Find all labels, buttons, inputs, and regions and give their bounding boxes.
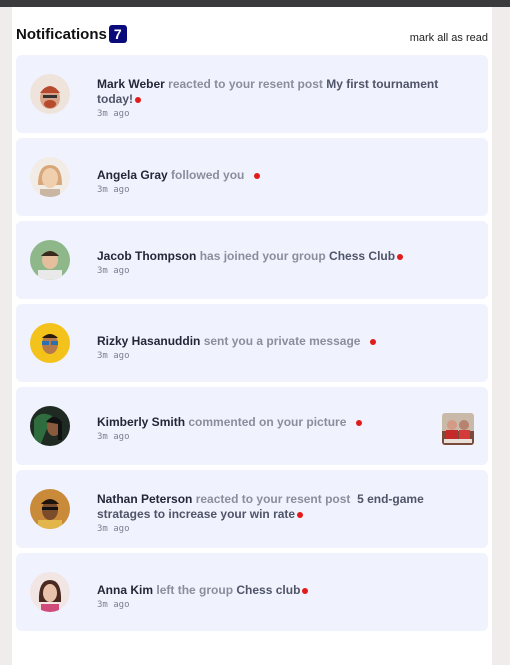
target-link[interactable]: Chess Club: [329, 249, 395, 263]
commented-picture-thumbnail[interactable]: [442, 413, 474, 445]
target-link[interactable]: Chess club: [236, 583, 300, 597]
notification-message: Nathan Peterson reacted to your resent p…: [97, 492, 457, 522]
avatar[interactable]: [30, 240, 70, 280]
avatar[interactable]: [30, 74, 70, 114]
action-text: commented on your picture: [188, 415, 347, 429]
timestamp: 3m ago: [97, 351, 130, 361]
unread-dot: [302, 587, 309, 594]
unread-dot: [355, 419, 362, 426]
actor-name[interactable]: Rizky Hasanuddin: [97, 334, 200, 348]
action-text: reacted to your resent post: [168, 77, 323, 91]
notifications-panel: Notifications 7 mark all as read Mark We…: [12, 7, 492, 665]
notification-item[interactable]: Jacob Thompson has joined your group Che…: [16, 221, 488, 299]
unread-dot: [135, 96, 141, 103]
action-text: left the group: [156, 583, 234, 597]
notification-item[interactable]: Angela Gray followed you 3m ago: [16, 138, 488, 216]
page-title: Notifications: [16, 25, 107, 43]
mark-all-as-read-button[interactable]: mark all as read: [410, 32, 488, 44]
notification-message: Rizky Hasanuddin sent you a private mess…: [97, 334, 457, 349]
timestamp: 3m ago: [97, 524, 130, 534]
actor-name[interactable]: Kimberly Smith: [97, 415, 185, 429]
notification-message: Mark Weber reacted to your resent post M…: [97, 77, 457, 107]
actor-name[interactable]: Anna Kim: [97, 583, 153, 597]
notification-item[interactable]: Mark Weber reacted to your resent post M…: [16, 55, 488, 133]
notification-content: Anna Kim left the group Chess club 3m ag…: [97, 583, 457, 610]
title-group: Notifications 7: [16, 25, 127, 43]
notification-content: Nathan Peterson reacted to your resent p…: [97, 492, 457, 534]
avatar[interactable]: [30, 406, 70, 446]
notification-content: Mark Weber reacted to your resent post M…: [97, 77, 457, 119]
notification-content: Rizky Hasanuddin sent you a private mess…: [97, 334, 457, 361]
timestamp: 3m ago: [97, 266, 130, 276]
notification-message: Anna Kim left the group Chess club: [97, 583, 457, 598]
notification-message: Kimberly Smith commented on your picture: [97, 415, 457, 430]
notification-message: Angela Gray followed you: [97, 168, 457, 183]
timestamp: 3m ago: [97, 600, 130, 610]
avatar[interactable]: [30, 572, 70, 612]
actor-name[interactable]: Jacob Thompson: [97, 249, 196, 263]
unread-dot: [369, 338, 376, 345]
action-text: followed you: [171, 168, 245, 182]
unread-dot: [253, 172, 260, 179]
timestamp: 3m ago: [97, 185, 130, 195]
avatar[interactable]: [30, 157, 70, 197]
timestamp: 3m ago: [97, 109, 130, 119]
action-text: sent you a private message: [203, 334, 361, 348]
actor-name[interactable]: Nathan Peterson: [97, 492, 192, 506]
notification-content: Kimberly Smith commented on your picture…: [97, 415, 457, 442]
notification-message: Jacob Thompson has joined your group Che…: [97, 249, 457, 264]
action-text: has joined your group: [199, 249, 326, 263]
notification-content: Jacob Thompson has joined your group Che…: [97, 249, 457, 276]
notification-item[interactable]: Kimberly Smith commented on your picture…: [16, 387, 488, 465]
unread-count-badge: 7: [108, 25, 127, 43]
notification-item[interactable]: Anna Kim left the group Chess club 3m ag…: [16, 553, 488, 631]
notifications-header: Notifications 7 mark all as read: [16, 23, 488, 45]
notification-content: Angela Gray followed you 3m ago: [97, 168, 457, 195]
actor-name[interactable]: Mark Weber: [97, 77, 165, 91]
actor-name[interactable]: Angela Gray: [97, 168, 168, 182]
avatar[interactable]: [30, 323, 70, 363]
window-top-bar: [0, 0, 510, 7]
unread-dot: [397, 253, 404, 260]
action-text: reacted to your resent post: [195, 492, 351, 506]
timestamp: 3m ago: [97, 432, 130, 442]
avatar[interactable]: [30, 489, 70, 529]
unread-dot: [297, 511, 304, 518]
notification-item[interactable]: Nathan Peterson reacted to your resent p…: [16, 470, 488, 548]
notification-item[interactable]: Rizky Hasanuddin sent you a private mess…: [16, 304, 488, 382]
